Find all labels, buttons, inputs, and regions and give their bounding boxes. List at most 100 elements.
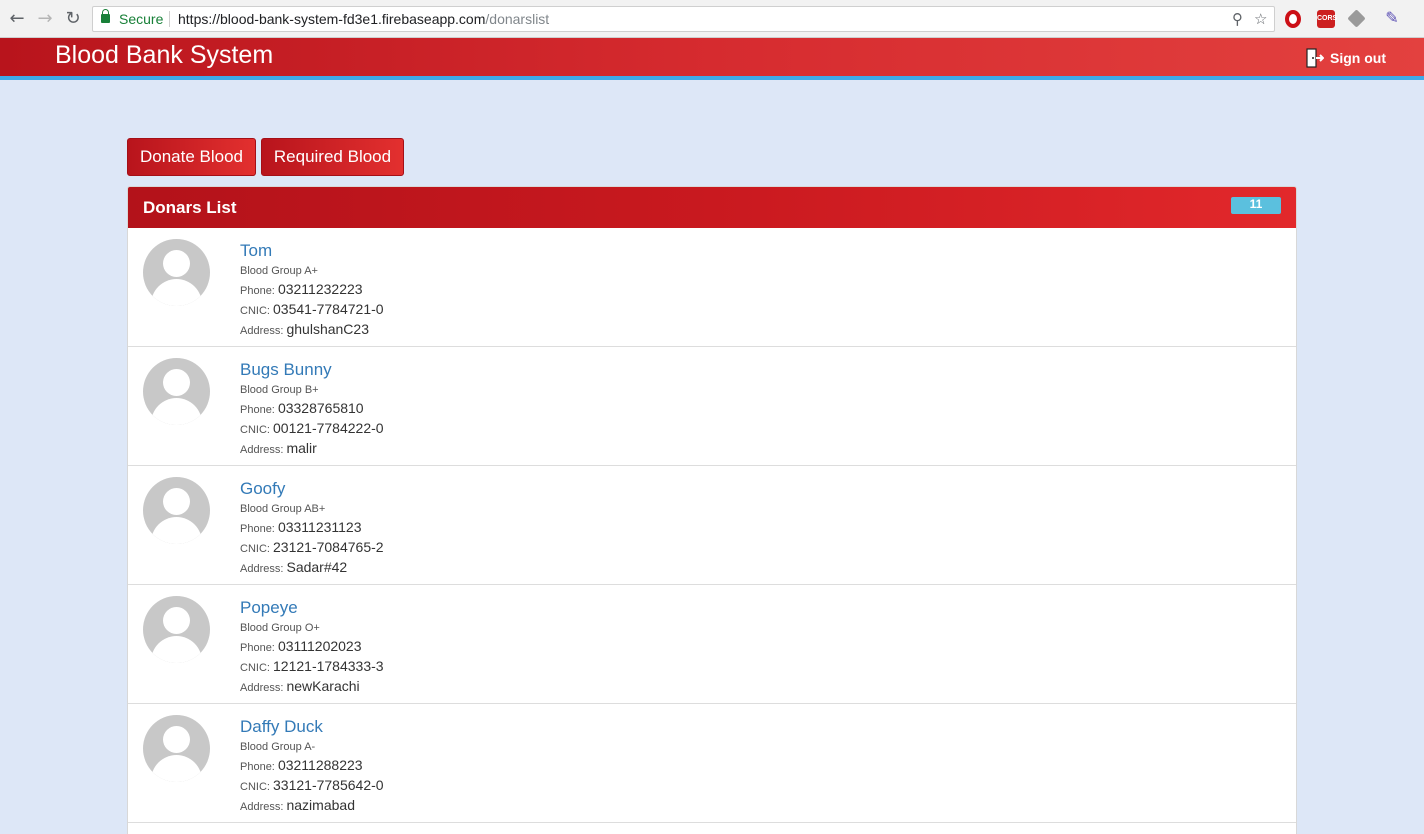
donor-address: Address: nazimabad (240, 797, 355, 813)
donor-name[interactable]: Bugs Bunny (240, 360, 332, 380)
browser-toolbar: ← → ↻ Secure https://blood-bank-system-f… (0, 0, 1424, 38)
cors-icon[interactable]: CORS (1317, 10, 1338, 28)
phone-value: 03311231123 (277, 519, 362, 535)
donors-panel: Donars List 11 Tom Blood Group A+ Phone:… (127, 186, 1297, 834)
donor-cnic: CNIC: 00121-7784222-0 (240, 420, 384, 436)
blood-group-value: A+ (304, 265, 318, 277)
blood-group-value: B+ (304, 384, 319, 396)
back-arrow-icon[interactable]: ← (6, 8, 28, 30)
donor-list-item[interactable]: Tom Blood Group A+ Phone: 03211232223 CN… (128, 228, 1296, 347)
avatar (143, 239, 210, 306)
lock-icon (101, 9, 110, 23)
avatar (143, 477, 210, 544)
phone-value: 03328765810 (277, 400, 364, 416)
donor-phone: Phone: 03111202023 (240, 638, 362, 654)
avatar (143, 596, 210, 663)
donor-cnic: CNIC: 03541-7784721-0 (240, 301, 384, 317)
cors-label: CORS (1317, 15, 1338, 22)
phone-value: 03211232223 (277, 281, 363, 297)
donor-list-item[interactable]: Bugs Bunny Blood Group B+ Phone: 0332876… (128, 347, 1296, 466)
blood-group-label: Blood Group (240, 265, 302, 277)
donor-blood-group: Blood Group A- (240, 741, 315, 753)
address-value: newKarachi (286, 678, 360, 694)
donor-cnic: CNIC: 12121-1784333-3 (240, 658, 384, 674)
signout-label: Sign out (1330, 50, 1386, 66)
blood-group-label: Blood Group (240, 622, 302, 634)
address-bar[interactable]: Secure https://blood-bank-system-fd3e1.f… (92, 6, 1275, 32)
cnic-value: 03541-7784721-0 (273, 301, 384, 317)
url-path: /donarslist (485, 11, 550, 27)
blood-group-value: O+ (304, 622, 320, 634)
donor-cnic: CNIC: 33121-7785642-0 (240, 777, 384, 793)
donor-list-item[interactable]: Goofy Blood Group AB+ Phone: 03311231123… (128, 466, 1296, 585)
required-blood-button[interactable]: Required Blood (261, 138, 404, 176)
phone-label: Phone: (240, 523, 275, 535)
donor-count-badge: 11 (1231, 197, 1281, 214)
address-value: malir (286, 440, 317, 456)
donor-blood-group: Blood Group B+ (240, 384, 319, 396)
avatar (143, 715, 210, 782)
phone-label: Phone: (240, 285, 275, 297)
donor-name[interactable]: Tom (240, 241, 272, 261)
address-label: Address: (240, 682, 284, 694)
cnic-label: CNIC: (240, 305, 270, 317)
blood-group-label: Blood Group (240, 741, 302, 753)
blood-group-value: AB+ (304, 503, 326, 515)
donor-cnic: CNIC: 23121-7084765-2 (240, 539, 384, 555)
brand-title[interactable]: Blood Bank System (55, 41, 273, 70)
donor-address: Address: malir (240, 440, 317, 456)
panel-title: Donars List (143, 198, 237, 217)
reload-icon[interactable]: ↻ (62, 8, 84, 30)
url-divider (169, 11, 170, 27)
donor-phone: Phone: 03328765810 (240, 400, 364, 416)
blood-group-label: Blood Group (240, 503, 302, 515)
donor-name[interactable]: Daffy Duck (240, 717, 323, 737)
cnic-label: CNIC: (240, 662, 270, 674)
donate-blood-button[interactable]: Donate Blood (127, 138, 256, 176)
phone-value: 03111202023 (277, 638, 362, 654)
blood-group-value: A- (304, 741, 316, 753)
signout-icon (1306, 48, 1324, 68)
blood-group-label: Blood Group (240, 384, 302, 396)
url-text[interactable]: https://blood-bank-system-fd3e1.firebase… (178, 7, 549, 31)
secure-label: Secure (119, 11, 164, 27)
donor-list-item[interactable]: Popeye Blood Group O+ Phone: 03111202023… (128, 585, 1296, 704)
cnic-value: 12121-1784333-3 (273, 658, 384, 674)
cnic-value: 33121-7785642-0 (273, 777, 384, 793)
address-label: Address: (240, 444, 284, 456)
donor-blood-group: Blood Group AB+ (240, 503, 325, 515)
phone-label: Phone: (240, 761, 275, 773)
donor-blood-group: Blood Group A+ (240, 265, 318, 277)
url-host: https://blood-bank-system-fd3e1.firebase… (178, 11, 486, 27)
picker-icon[interactable]: ✎ (1382, 8, 1402, 27)
cnic-value: 00121-7784222-0 (273, 420, 384, 436)
phone-label: Phone: (240, 404, 275, 416)
key-icon[interactable]: ⚲ (1232, 7, 1243, 31)
donor-phone: Phone: 03211288223 (240, 757, 363, 773)
donor-phone: Phone: 03311231123 (240, 519, 362, 535)
app-navbar: Blood Bank System Sign out (0, 38, 1424, 80)
donor-name[interactable]: Popeye (240, 598, 298, 618)
donor-address: Address: newKarachi (240, 678, 360, 694)
donor-list-item[interactable]: Daffy Duck Blood Group A- Phone: 0321128… (128, 704, 1296, 823)
donor-address: Address: ghulshanC23 (240, 321, 369, 337)
bookmark-star-icon[interactable]: ☆ (1254, 7, 1267, 31)
donor-blood-group: Blood Group O+ (240, 622, 320, 634)
gem-icon[interactable] (1347, 9, 1366, 28)
forward-arrow-icon[interactable]: → (34, 8, 56, 30)
cnic-value: 23121-7084765-2 (273, 539, 384, 555)
address-label: Address: (240, 325, 284, 337)
phone-value: 03211288223 (277, 757, 363, 773)
address-value: ghulshanC23 (286, 321, 369, 337)
cnic-label: CNIC: (240, 543, 270, 555)
address-value: Sadar#42 (286, 559, 348, 575)
donor-address: Address: Sadar#42 (240, 559, 347, 575)
address-label: Address: (240, 563, 284, 575)
cnic-label: CNIC: (240, 781, 270, 793)
cnic-label: CNIC: (240, 424, 270, 436)
phone-label: Phone: (240, 642, 275, 654)
panel-heading: Donars List 11 (128, 187, 1296, 228)
opera-icon[interactable] (1285, 10, 1301, 28)
donor-name[interactable]: Goofy (240, 479, 285, 499)
donor-phone: Phone: 03211232223 (240, 281, 363, 297)
